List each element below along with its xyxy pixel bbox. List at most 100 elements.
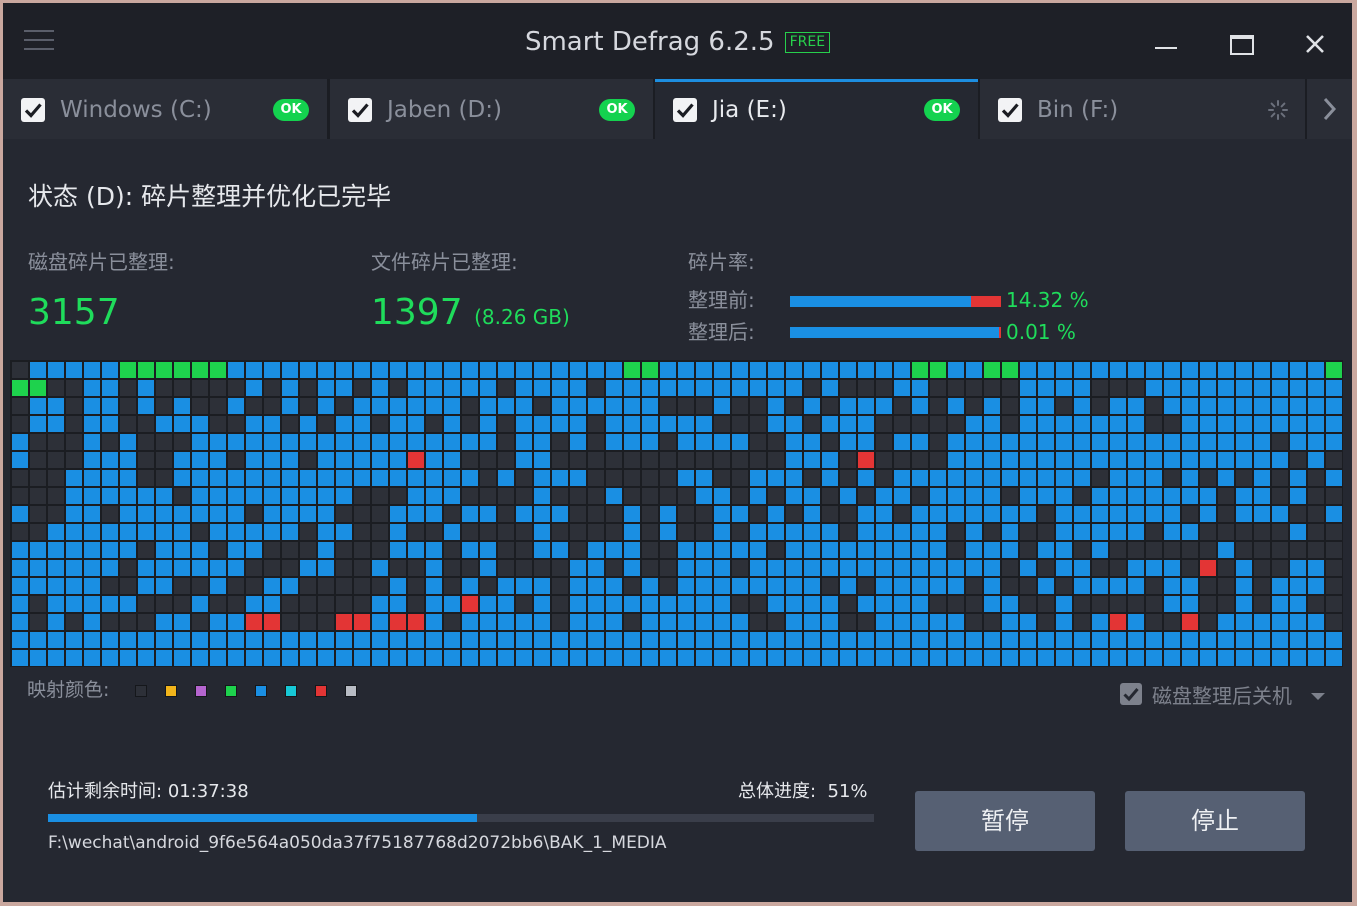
cluster-block: [660, 632, 676, 648]
cluster-block: [1200, 524, 1216, 540]
cluster-block: [246, 560, 262, 576]
cluster-block: [1002, 560, 1018, 576]
cluster-block: [966, 398, 982, 414]
cluster-block: [714, 416, 730, 432]
cluster-block: [336, 506, 352, 522]
cluster-block: [1092, 614, 1108, 630]
cluster-block: [318, 578, 334, 594]
cluster-block: [1164, 578, 1180, 594]
cluster-block: [768, 470, 784, 486]
cluster-block: [678, 578, 694, 594]
cluster-block: [912, 452, 928, 468]
tab-drive-e[interactable]: Jia (E:) OK: [655, 79, 978, 139]
cluster-block: [1326, 542, 1342, 558]
cluster-block: [354, 398, 370, 414]
tab-drive-f[interactable]: Bin (F:): [980, 79, 1305, 139]
cluster-block: [894, 650, 910, 666]
chevron-down-icon[interactable]: [1311, 693, 1325, 700]
cluster-block: [66, 362, 82, 378]
cluster-block: [1128, 632, 1144, 648]
drive-e-checkbox[interactable]: [673, 98, 697, 122]
tabs-next-button[interactable]: [1307, 79, 1352, 139]
cluster-block: [948, 416, 964, 432]
legend-swatch: [315, 685, 327, 697]
cluster-block: [318, 416, 334, 432]
cluster-block: [624, 650, 640, 666]
cluster-block: [588, 578, 604, 594]
cluster-block: [660, 524, 676, 540]
cluster-block: [768, 380, 784, 396]
cluster-block: [678, 452, 694, 468]
cluster-block: [408, 434, 424, 450]
cluster-block: [390, 614, 406, 630]
cluster-block: [822, 434, 838, 450]
cluster-block: [120, 632, 136, 648]
cluster-block: [894, 434, 910, 450]
pause-button[interactable]: 暂停: [915, 791, 1095, 851]
drive-d-checkbox[interactable]: [348, 98, 372, 122]
shutdown-checkbox[interactable]: [1120, 683, 1142, 705]
cluster-block: [1146, 452, 1162, 468]
cluster-block: [12, 434, 28, 450]
cluster-block: [768, 560, 784, 576]
cluster-block: [822, 560, 838, 576]
cluster-block: [1146, 632, 1162, 648]
cluster-block: [1218, 380, 1234, 396]
cluster-block: [1038, 524, 1054, 540]
cluster-block: [264, 380, 280, 396]
drive-f-checkbox[interactable]: [998, 98, 1022, 122]
cluster-block: [1038, 560, 1054, 576]
cluster-block: [1164, 488, 1180, 504]
file-fragments-size: (8.26 GB): [474, 305, 570, 329]
tab-drive-c[interactable]: Windows (C:) OK: [3, 79, 327, 139]
cluster-block: [732, 506, 748, 522]
cluster-block: [516, 488, 532, 504]
close-button[interactable]: [1297, 25, 1333, 61]
maximize-button[interactable]: [1223, 25, 1259, 61]
cluster-block: [552, 398, 568, 414]
cluster-block: [642, 488, 658, 504]
cluster-block: [318, 488, 334, 504]
cluster-block: [606, 434, 622, 450]
cluster-block: [894, 470, 910, 486]
cluster-block: [498, 596, 514, 612]
cluster-block: [750, 650, 766, 666]
cluster-block: [750, 398, 766, 414]
cluster-block: [228, 434, 244, 450]
cluster-block: [12, 632, 28, 648]
stop-button[interactable]: 停止: [1125, 791, 1305, 851]
cluster-block: [1110, 560, 1126, 576]
cluster-block: [552, 614, 568, 630]
cluster-block: [696, 578, 712, 594]
cluster-block: [642, 524, 658, 540]
cluster-block: [984, 452, 1000, 468]
cluster-block: [480, 542, 496, 558]
minimize-button[interactable]: [1147, 25, 1183, 61]
cluster-block: [912, 632, 928, 648]
drive-c-checkbox[interactable]: [21, 98, 45, 122]
cluster-block: [246, 380, 262, 396]
cluster-block: [372, 578, 388, 594]
cluster-block: [336, 398, 352, 414]
cluster-block: [840, 362, 856, 378]
cluster-block: [1128, 542, 1144, 558]
cluster-block: [1056, 434, 1072, 450]
cluster-block: [246, 506, 262, 522]
cluster-block: [624, 470, 640, 486]
cluster-block: [858, 470, 874, 486]
cluster-block: [1218, 524, 1234, 540]
cluster-block: [498, 380, 514, 396]
cluster-block: [804, 614, 820, 630]
cluster-block: [822, 614, 838, 630]
cluster-block: [1002, 398, 1018, 414]
cluster-block: [678, 380, 694, 396]
cluster-block: [1290, 596, 1306, 612]
tab-drive-d[interactable]: Jaben (D:) OK: [330, 79, 653, 139]
cluster-block: [894, 542, 910, 558]
cluster-block: [1110, 578, 1126, 594]
cluster-block: [66, 524, 82, 540]
cluster-block: [1218, 650, 1234, 666]
cluster-block: [300, 434, 316, 450]
cluster-block: [678, 596, 694, 612]
cluster-block: [624, 488, 640, 504]
